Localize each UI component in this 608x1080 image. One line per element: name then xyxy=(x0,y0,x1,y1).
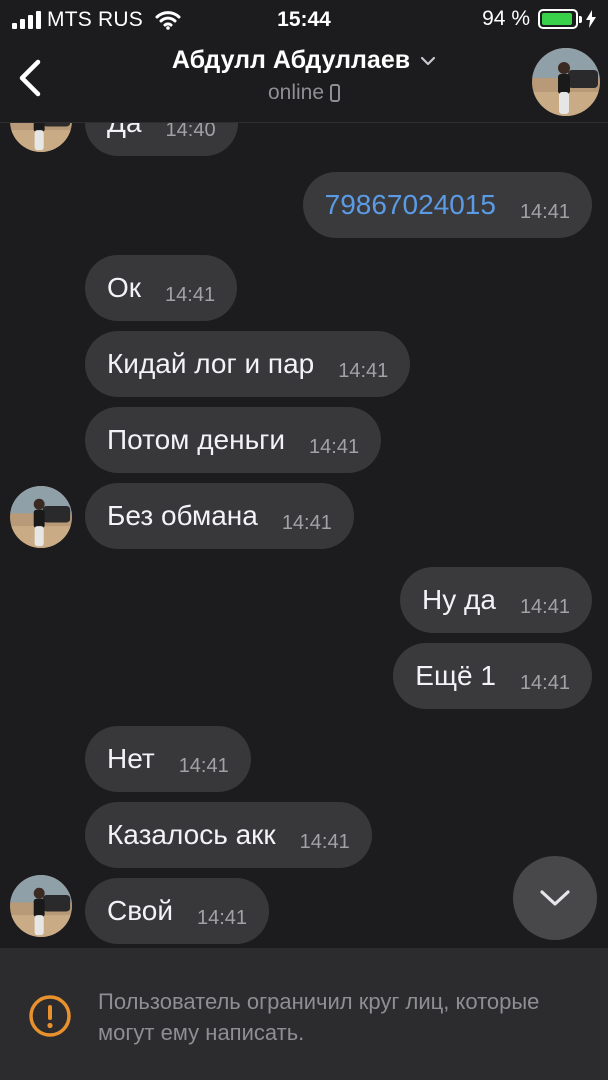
message-bubble-incoming[interactable]: Нет 14:41 xyxy=(85,726,251,792)
contact-title[interactable]: Абдулл Абдуллаев xyxy=(172,46,436,75)
message-text: Нет xyxy=(107,743,155,774)
message-text: Без обмана xyxy=(107,500,258,531)
battery-level xyxy=(542,13,573,25)
message-bubble-outgoing[interactable]: Ещё 1 14:41 xyxy=(393,643,592,709)
message-time: 14:41 xyxy=(197,906,248,929)
contact-avatar[interactable] xyxy=(532,48,600,116)
contact-name: Абдулл Абдуллаев xyxy=(171,46,411,74)
warning-icon xyxy=(29,995,71,1037)
message-time: 14:41 xyxy=(281,511,332,534)
phone-link[interactable]: 79867024015 xyxy=(325,189,496,221)
message-bubble-incoming[interactable]: Казалось акк 14:41 xyxy=(85,802,372,868)
avatar[interactable] xyxy=(10,122,72,152)
message-time: 14:40 xyxy=(165,122,216,141)
message-bubble-outgoing[interactable]: 79867024015 14:41 xyxy=(302,172,592,238)
contact-status: online xyxy=(267,81,341,105)
message-text: Казалось акк xyxy=(107,819,276,850)
message-text: Ещё 1 xyxy=(415,660,496,691)
status-right: 94 % xyxy=(482,7,596,31)
message-time: 14:41 xyxy=(309,435,360,458)
message-bubble-incoming[interactable]: Ок 14:41 xyxy=(85,255,238,321)
avatar-photo xyxy=(532,48,600,116)
message-bubble-incoming[interactable]: Да 14:40 xyxy=(85,122,238,156)
message-text: Да xyxy=(107,122,142,138)
message-time: 14:41 xyxy=(165,283,216,306)
message-time: 14:41 xyxy=(519,595,570,618)
battery-icon xyxy=(538,9,582,29)
message-text: Ок xyxy=(107,272,142,303)
charging-icon xyxy=(586,10,596,28)
chevron-down-icon xyxy=(421,56,436,65)
message-bubble-incoming[interactable]: Потом деньги 14:41 xyxy=(85,407,382,473)
battery-percent: 94 % xyxy=(482,7,530,30)
avatar[interactable] xyxy=(10,875,72,937)
message-time: 14:41 xyxy=(299,830,350,853)
scroll-to-bottom-button[interactable] xyxy=(513,856,597,940)
avatar[interactable] xyxy=(10,486,72,548)
message-text: Свой xyxy=(107,895,173,926)
restriction-notice: Пользователь ограничил круг лиц, которые… xyxy=(98,989,540,1045)
message-text: Ну да xyxy=(422,584,496,615)
message-text: Кидай лог и пар xyxy=(107,348,315,379)
message-bubble-incoming[interactable]: Без обмана 14:41 xyxy=(85,483,354,549)
message-bubble-incoming[interactable]: Свой 14:41 xyxy=(85,878,270,944)
phone-icon xyxy=(330,84,341,102)
message-time: 14:41 xyxy=(519,200,570,223)
online-status: online xyxy=(267,81,325,104)
message-bubble-outgoing[interactable]: Ну да 14:41 xyxy=(400,567,592,633)
contact-info[interactable]: Абдулл Абдуллаев online xyxy=(0,46,608,105)
message-text: Потом деньги xyxy=(107,424,286,455)
chat-header: Абдулл Абдуллаев online xyxy=(0,38,608,123)
message-time: 14:41 xyxy=(178,754,229,777)
chevron-down-icon xyxy=(540,890,570,906)
message-time: 14:41 xyxy=(519,671,570,694)
message-bubble-incoming[interactable]: Кидай лог и пар 14:41 xyxy=(85,331,411,397)
message-time: 14:41 xyxy=(338,359,389,382)
message-list[interactable]: Да 14:40 79867024015 14:41 Ок 14:41 Кида… xyxy=(0,122,608,948)
status-bar: MTS RUS 15:44 94 % xyxy=(0,0,608,38)
